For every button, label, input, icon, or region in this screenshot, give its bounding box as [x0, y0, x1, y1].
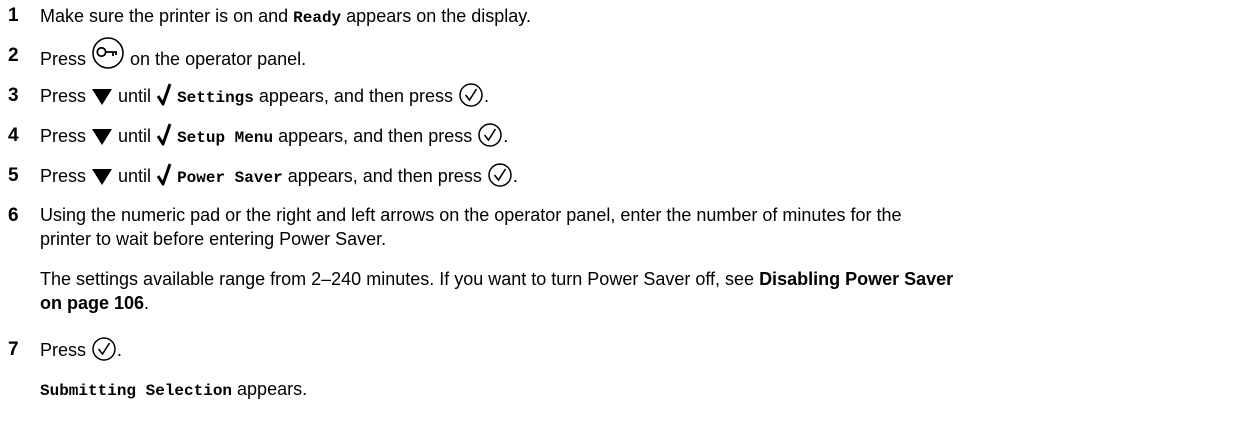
step-note: The settings available range from 2–240 …	[40, 269, 954, 313]
checkmark-icon	[156, 81, 172, 107]
checkmark-icon	[156, 161, 172, 187]
menu-key-icon	[91, 36, 125, 70]
step-text-line-1: Using the numeric pad or the right and l…	[40, 205, 902, 225]
select-button-icon	[487, 162, 513, 188]
step-text: Press until Settings appears, and then p…	[40, 83, 1244, 111]
display-message: Submitting Selection	[40, 382, 233, 401]
step-text-line-2: printer to wait before entering Power Sa…	[40, 229, 387, 249]
step-number: 3	[8, 85, 19, 106]
step-number: 7	[8, 339, 19, 360]
checkmark-icon	[156, 121, 172, 147]
step-text: Press on the operator panel.	[40, 37, 1244, 77]
step-number: 5	[8, 165, 19, 186]
display-message: Ready	[293, 9, 342, 27]
step-text: Using the numeric pad or the right and l…	[40, 203, 1244, 315]
down-arrow-icon	[91, 166, 113, 186]
down-arrow-icon	[91, 86, 113, 106]
step-number: 4	[8, 125, 19, 146]
menu-item-name: Settings	[177, 89, 254, 107]
step-text: Press until Setup Menu appears, and then…	[40, 123, 1244, 151]
menu-item-name: Setup Menu	[177, 129, 274, 147]
step-number: 2	[8, 45, 19, 66]
cross-reference-page[interactable]: on page 106	[40, 293, 144, 313]
select-button-icon	[458, 82, 484, 108]
select-button-icon	[91, 336, 117, 362]
step-number: 6	[8, 205, 19, 226]
down-arrow-icon	[91, 126, 113, 146]
cross-reference-link[interactable]: Disabling Power Saver	[759, 269, 953, 289]
step-text: Press . Submitting Selection appears.	[40, 337, 1244, 404]
step-number: 1	[8, 5, 19, 26]
step-result: Submitting Selection appears.	[40, 379, 308, 401]
select-button-icon	[477, 122, 503, 148]
menu-item-name: Power Saver	[177, 169, 283, 187]
step-text: Press until Power Saver appears, and the…	[40, 163, 1244, 191]
step-text: Make sure the printer is on and Ready ap…	[40, 6, 531, 27]
